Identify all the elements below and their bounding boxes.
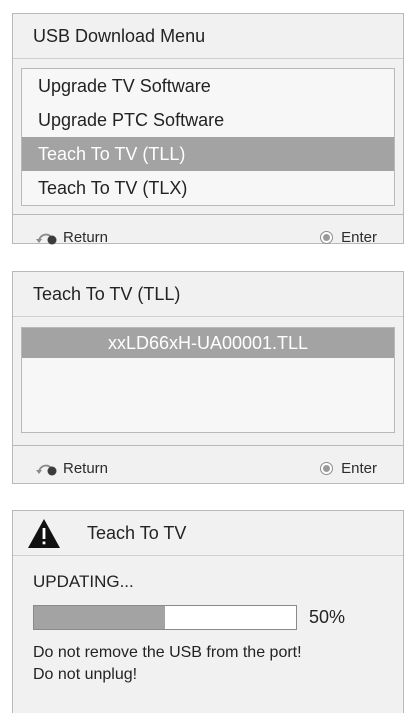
file-name: xxLD66xH-UA00001.TLL [107, 332, 309, 353]
progress-percent: 50% [309, 607, 346, 627]
file-panel-title: Teach To TV (TLL) [13, 272, 403, 317]
return-icon [36, 233, 57, 245]
progress-bar [33, 605, 297, 630]
menu-item-teach-to-tv-tlx[interactable]: Teach To TV (TLX) [22, 171, 394, 205]
return-label: Return [63, 228, 109, 246]
progress-row: 50% [33, 605, 403, 630]
update-panel-header: Teach To TV [13, 511, 403, 556]
update-progress-panel: Teach To TV UPDATING... 50% Do not remov… [12, 510, 404, 713]
usb-download-menu-panel: USB Download Menu Upgrade TV Software Up… [12, 13, 404, 246]
warning-message: Do not unplug! [33, 666, 138, 683]
menu-panel-footer: Return Enter [13, 214, 403, 259]
warning-triangle-icon [28, 518, 60, 548]
enter-label: Enter [341, 459, 377, 477]
enter-button[interactable]: Enter [320, 229, 377, 246]
progress-fill [34, 606, 165, 629]
menu-item-teach-to-tv-tll[interactable]: Teach To TV (TLL) [22, 137, 394, 171]
update-panel-title: Teach To TV [87, 522, 187, 543]
warning-messages: Do not remove the USB from the port! Do … [33, 642, 403, 686]
menu-item-label: Teach To TV (TLL) [38, 143, 186, 164]
enter-button-icon [320, 230, 334, 244]
menu-item-upgrade-ptc-software[interactable]: Upgrade PTC Software [22, 103, 394, 137]
return-button[interactable]: Return [35, 229, 108, 246]
return-button[interactable]: Return [35, 460, 108, 477]
menu-item-label: Upgrade PTC Software [38, 109, 225, 130]
enter-button[interactable]: Enter [320, 460, 377, 477]
menu-list: Upgrade TV Software Upgrade PTC Software… [21, 68, 395, 206]
file-item-selected[interactable]: xxLD66xH-UA00001.TLL [22, 328, 394, 358]
enter-label: Enter [341, 228, 377, 246]
return-icon [36, 464, 57, 476]
update-status: UPDATING... [33, 572, 134, 591]
menu-item-label: Upgrade TV Software [38, 75, 211, 96]
menu-item-upgrade-tv-software[interactable]: Upgrade TV Software [22, 69, 394, 103]
file-list: xxLD66xH-UA00001.TLL [21, 327, 395, 433]
menu-item-label: Teach To TV (TLX) [38, 177, 188, 198]
menu-panel-title: USB Download Menu [13, 14, 403, 59]
warning-message: Do not remove the USB from the port! [33, 644, 302, 661]
return-label: Return [63, 459, 109, 477]
file-panel-footer: Return Enter [13, 445, 403, 490]
file-select-panel: Teach To TV (TLL) xxLD66xH-UA00001.TLL R… [12, 271, 404, 484]
enter-button-icon [320, 461, 334, 475]
